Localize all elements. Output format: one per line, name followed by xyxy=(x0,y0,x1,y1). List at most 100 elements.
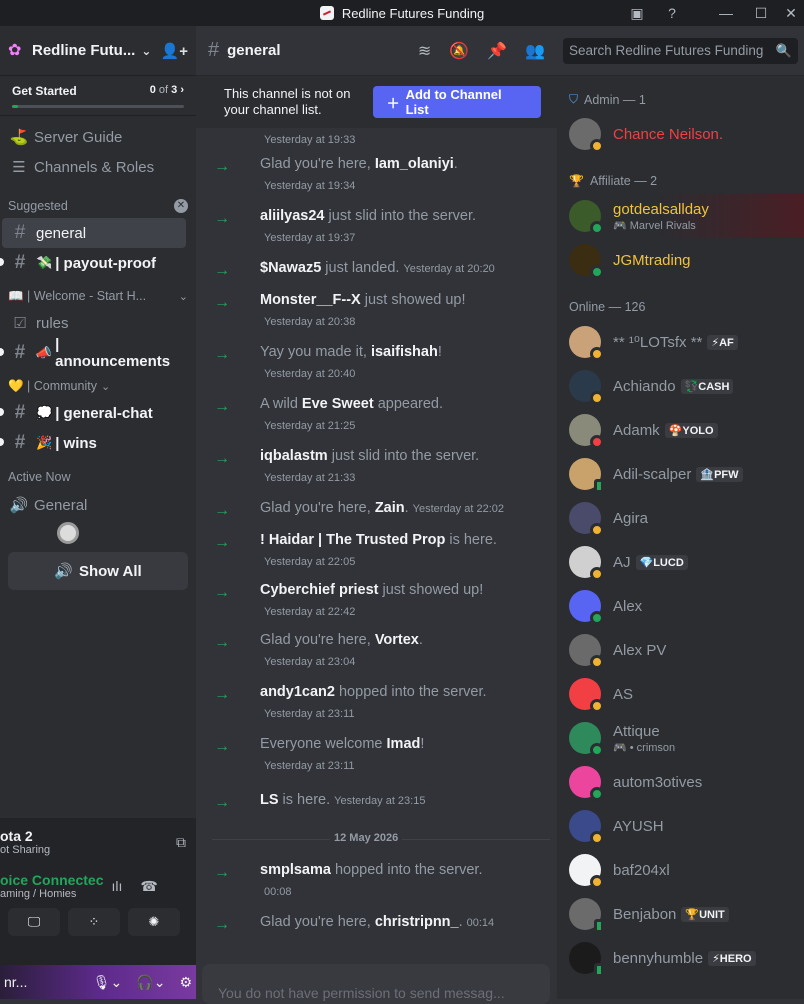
maximize-button[interactable]: ☐ xyxy=(751,3,771,23)
search-input[interactable]: Search Redline Futures Funding 🔍 xyxy=(563,37,798,64)
username-link[interactable]: Eve Sweet xyxy=(302,396,374,412)
username-link[interactable]: isaifishah xyxy=(371,344,438,360)
category-label: 💛 | Community xyxy=(8,378,97,393)
avatar[interactable] xyxy=(57,522,79,544)
member-item[interactable]: AYUSH xyxy=(557,804,804,848)
channels-roles-label: Channels & Roles xyxy=(34,158,155,176)
disconnect-icon[interactable]: ☎ xyxy=(140,878,157,895)
user-name: nr... xyxy=(4,974,28,990)
member-item[interactable]: gotdealsallday 🎮 Marvel Rivals xyxy=(557,194,804,238)
member-item[interactable]: JGMtrading xyxy=(557,238,804,282)
member-item[interactable]: Achiando 💱CASH xyxy=(557,364,804,408)
status-indicator xyxy=(594,919,604,933)
microphone-icon[interactable]: 🎙⌄ xyxy=(93,974,123,991)
channel-general-chat[interactable]: # 💭 | general-chat xyxy=(0,398,186,428)
add-to-channel-list-button[interactable]: ＋ Add to Channel List xyxy=(372,86,541,118)
pin-icon[interactable]: 📌 xyxy=(487,41,507,61)
avatar xyxy=(569,370,604,405)
username-link[interactable]: Monster__F--X xyxy=(260,292,361,308)
member-item[interactable]: Adil-scalper 🏦PFW xyxy=(557,452,804,496)
member-item[interactable]: baf204xl xyxy=(557,848,804,892)
member-name: Alex xyxy=(613,598,642,615)
channel-payout-proof[interactable]: # 💸 | payout-proof xyxy=(0,248,186,278)
username-link[interactable]: Imad xyxy=(387,736,421,752)
invite-people-icon[interactable]: 👤+ xyxy=(161,42,188,60)
soundwave-icon[interactable]: ılı xyxy=(111,878,122,894)
member-list-icon[interactable]: 👥 xyxy=(525,41,545,61)
activities-button[interactable]: ⁘ xyxy=(68,908,120,936)
member-item[interactable]: ** ¹⁰LOTsfx ** ⚡AF xyxy=(557,320,804,364)
member-name-text: ** ¹⁰LOTsfx ** xyxy=(613,334,703,351)
close-button[interactable]: ✕ xyxy=(781,3,801,23)
username-link[interactable]: aliilyas24 xyxy=(260,208,325,224)
timestamp: Yesterday at 20:38 xyxy=(264,316,356,328)
notification-bell-muted-icon[interactable]: 🔕 xyxy=(449,41,469,61)
settings-gear-icon[interactable]: ⚙ xyxy=(179,974,192,991)
show-all-button[interactable]: 🔊 Show All xyxy=(8,552,188,590)
username-link[interactable]: $Nawaz5 xyxy=(260,260,321,276)
status-indicator xyxy=(594,479,604,493)
timestamp: Yesterday at 23:11 xyxy=(264,708,355,720)
voice-channel-general[interactable]: 🔊 General xyxy=(0,490,196,520)
screen-share-icon[interactable]: ▣ xyxy=(627,3,647,23)
channel-general[interactable]: # general xyxy=(2,218,186,248)
username-link[interactable]: smplsama xyxy=(260,862,331,878)
member-item[interactable]: Chance Neilson. xyxy=(557,112,804,156)
dismiss-icon[interactable]: ✕ xyxy=(174,199,188,213)
member-name-text: Adamk xyxy=(613,421,660,439)
minimize-button[interactable]: — xyxy=(716,3,736,23)
server-icon: ✿ xyxy=(8,41,22,59)
soundboard-button[interactable]: ✺ xyxy=(128,908,180,936)
member-item[interactable]: AS xyxy=(557,672,804,716)
join-arrow-icon: → xyxy=(214,916,230,933)
username-link[interactable]: Iam_olaniyi xyxy=(375,156,454,172)
server-guide-link[interactable]: ⛳ Server Guide xyxy=(0,122,196,152)
channel-announcements[interactable]: # 📣 | announcements xyxy=(0,336,186,370)
username-link[interactable]: Zain xyxy=(375,500,405,516)
username-link[interactable]: Vortex xyxy=(375,632,419,648)
category-community[interactable]: 💛 | Community ⌄ xyxy=(0,374,196,398)
channel-rules[interactable]: ☑ rules xyxy=(2,308,186,338)
help-icon[interactable]: ? xyxy=(662,3,682,23)
get-started-progress[interactable]: Get Started 0 of 3 › xyxy=(0,76,196,116)
username-link[interactable]: christripnn_ xyxy=(375,914,459,930)
member-name: Adamk 🍄YOLO xyxy=(613,422,718,439)
group-label: Online — 126 xyxy=(569,300,646,314)
server-header[interactable]: ✿ Redline Futu... ⌄ 👤+ xyxy=(0,26,196,76)
message-pre: Glad you're here, xyxy=(260,632,375,648)
screen-share-button[interactable]: 🖵 xyxy=(8,908,60,936)
member-item[interactable]: autom3otives xyxy=(557,760,804,804)
stream-icon[interactable]: ⧉ xyxy=(176,834,186,851)
member-item[interactable]: Alex xyxy=(557,584,804,628)
member-item[interactable]: AJ 💎LUCD xyxy=(557,540,804,584)
member-name-text: autom3otives xyxy=(613,773,703,791)
channels-roles-link[interactable]: ☰ Channels & Roles xyxy=(0,152,196,182)
category-welcome[interactable]: 📖 | Welcome - Start H... ⌄ xyxy=(0,284,196,308)
threads-icon[interactable]: ≋ xyxy=(418,41,431,61)
headphones-icon[interactable]: 🎧⌄ xyxy=(136,974,165,991)
member-item[interactable]: Agira xyxy=(557,496,804,540)
member-item[interactable]: Benjabon 🏆UNIT xyxy=(557,892,804,936)
member-info: Agira xyxy=(613,510,648,527)
username-link[interactable]: ! Haidar | The Trusted Prop xyxy=(260,532,445,548)
message-post: hopped into the server. xyxy=(334,684,487,700)
message-text: smplsama hopped into the server. xyxy=(260,862,483,878)
join-arrow-icon: → xyxy=(214,346,230,363)
username-link[interactable]: iqbalastm xyxy=(260,448,328,464)
member-item[interactable]: Adamk 🍄YOLO xyxy=(557,408,804,452)
member-info: Attique 🎮 • crimson xyxy=(613,723,675,754)
username-link[interactable]: LS xyxy=(260,792,279,808)
avatar xyxy=(569,854,604,889)
join-arrow-icon: → xyxy=(214,158,230,175)
member-item[interactable]: Alex PV xyxy=(557,628,804,672)
member-item[interactable]: bennyhumble ⚡HERO xyxy=(557,936,804,980)
notice-text: This channel is not on your channel list… xyxy=(224,86,351,117)
timestamp: Yesterday at 23:15 xyxy=(334,795,426,807)
channel-wins[interactable]: # 🎉 | wins xyxy=(0,428,186,458)
username-link[interactable]: andy1can2 xyxy=(260,684,335,700)
username-link[interactable]: Cyberchief priest xyxy=(260,582,378,598)
message-post: is here. xyxy=(445,532,497,548)
channel-emoji: 📣 xyxy=(35,345,53,360)
message-post: . xyxy=(453,156,458,172)
member-item[interactable]: Attique 🎮 • crimson xyxy=(557,716,804,760)
